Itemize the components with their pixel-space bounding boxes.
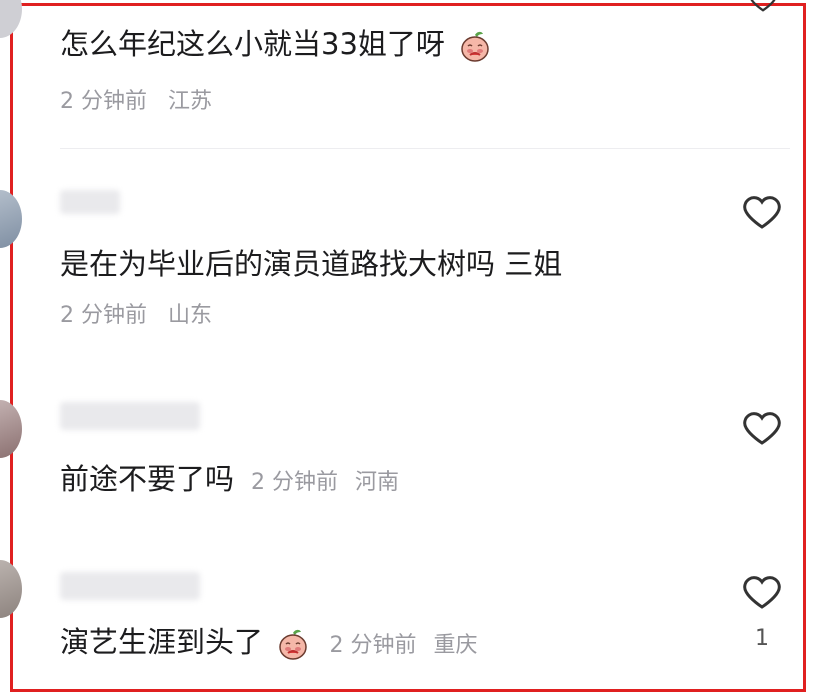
like-heart-icon[interactable] <box>740 192 784 232</box>
comment-text: 是在为毕业后的演员道路找大树吗 三姐 <box>60 247 563 281</box>
like-heart-icon[interactable] <box>740 408 784 448</box>
divider <box>60 148 790 149</box>
like-heart-icon[interactable] <box>748 0 778 14</box>
blurred-username <box>60 572 200 600</box>
comment-text: 怎么年纪这么小就当33姐了呀 <box>60 26 492 63</box>
timestamp: 2 分钟前 <box>60 89 147 114</box>
like-count: 1 <box>755 626 769 651</box>
comment-text: 演艺生涯到头了 2 分钟前 重庆 <box>60 625 478 660</box>
peach-cry-icon <box>279 629 307 660</box>
blurred-username <box>60 402 200 430</box>
comment-text: 前途不要了吗 2 分钟前 河南 <box>60 462 400 496</box>
location: 河南 <box>355 470 400 495</box>
timestamp: 2 分钟前 <box>60 303 147 328</box>
peach-cry-icon <box>461 31 489 62</box>
comment-meta: 2 分钟前 江苏 <box>60 88 212 116</box>
comment-meta: 2 分钟前 山东 <box>60 302 212 330</box>
location: 江苏 <box>168 89 213 114</box>
like-heart-icon[interactable] <box>740 572 784 612</box>
blurred-username <box>60 190 120 214</box>
location: 重庆 <box>433 633 478 658</box>
timestamp: 2 分钟前 <box>329 633 417 658</box>
location: 山东 <box>168 303 213 328</box>
timestamp: 2 分钟前 <box>251 470 339 495</box>
